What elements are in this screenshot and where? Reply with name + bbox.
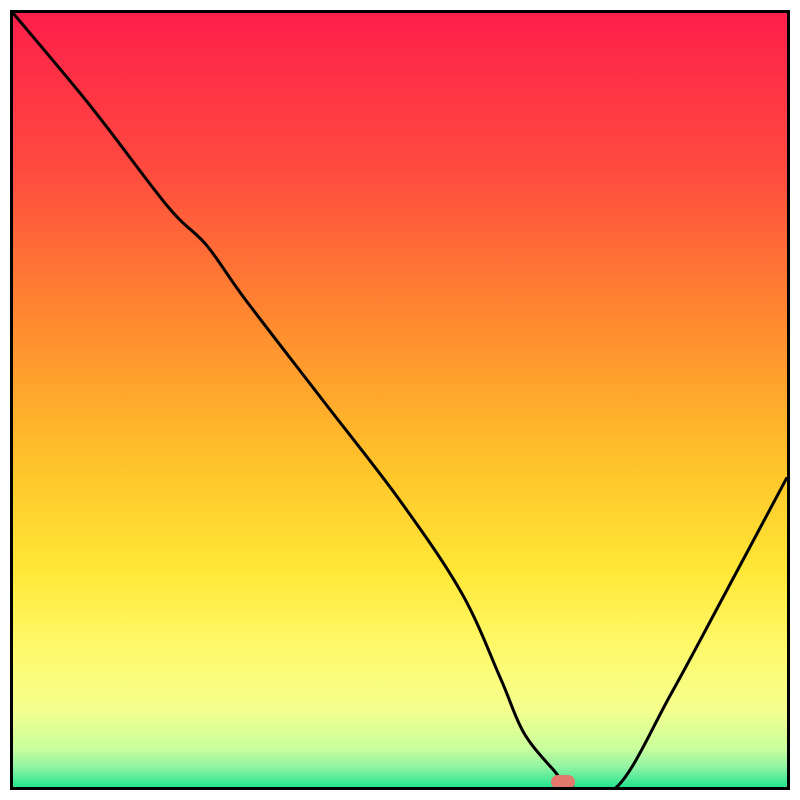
optimal-point-marker bbox=[551, 775, 575, 789]
chart-plot-area bbox=[10, 10, 790, 790]
bottleneck-curve bbox=[13, 13, 787, 787]
